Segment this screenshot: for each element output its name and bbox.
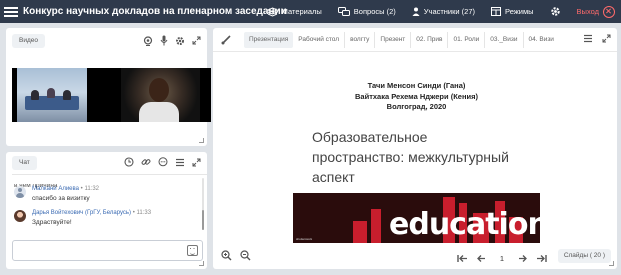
- user-icon: [412, 7, 420, 16]
- tab-presentation[interactable]: Презентация: [244, 31, 294, 48]
- video-feed-speaker: [121, 68, 200, 122]
- event-title: Конкурс научных докладов на пленарном за…: [23, 6, 287, 17]
- current-slide-number[interactable]: 1: [494, 254, 510, 263]
- top-nav: Материалы Вопросы (2) Участники (27) Реж…: [259, 0, 617, 23]
- microphone-icon[interactable]: [160, 35, 168, 46]
- gear-icon[interactable]: [175, 36, 185, 46]
- tab-desktop[interactable]: Рабочий стол: [293, 31, 346, 48]
- toolbar-right: [583, 34, 611, 43]
- top-bar: Конкурс научных докладов на пленарном за…: [0, 0, 621, 23]
- last-slide-icon[interactable]: [536, 254, 547, 263]
- video-panel: Видео: [6, 28, 211, 146]
- tab-01-roli[interactable]: 01. Роли: [448, 31, 486, 48]
- resize-handle[interactable]: [199, 138, 204, 143]
- message-author[interactable]: Малкани Алиева: [32, 186, 79, 192]
- zoom-controls: [221, 250, 251, 261]
- video-panel-label: Видео: [12, 34, 45, 48]
- chat-scrollbar[interactable]: [202, 178, 204, 230]
- questions-label: Вопросы (2): [353, 7, 396, 16]
- resize-handle[interactable]: [199, 261, 204, 266]
- next-slide-icon[interactable]: [518, 254, 528, 263]
- tab-04-vizi[interactable]: 04. Визи: [524, 32, 559, 48]
- chat-message: Малкани Алиева • 11:32 спасибо за визитк…: [14, 186, 99, 202]
- presentation-toolbar: Презентация Рабочий стол волгту Презент …: [213, 28, 617, 52]
- presentation-panel: Презентация Рабочий стол волгту Презент …: [213, 28, 617, 269]
- chat-controls: [124, 157, 201, 167]
- slide-banner-word: education: [389, 207, 540, 242]
- resize-handle[interactable]: [609, 261, 614, 266]
- prev-slide-icon[interactable]: [476, 254, 486, 263]
- questions-icon: [337, 6, 350, 16]
- material-tabs: Презентация Рабочий стол волгту Презент …: [244, 30, 559, 50]
- zoom-out-icon[interactable]: [240, 250, 251, 261]
- slide-image-credit: shutterstock: [296, 237, 313, 241]
- link-icon[interactable]: [141, 157, 151, 167]
- modes-label: Режимы: [505, 7, 534, 16]
- brush-icon[interactable]: [221, 34, 232, 45]
- slide-author-2: Вайтхака Рехема Нджери (Кения): [355, 91, 478, 101]
- avatar: [14, 186, 26, 198]
- materials-button[interactable]: Материалы: [259, 6, 330, 17]
- chat-input[interactable]: [12, 240, 203, 261]
- tab-present[interactable]: Презент: [375, 31, 412, 48]
- modes-button[interactable]: Режимы: [483, 7, 542, 16]
- slide-pager: 1: [457, 254, 547, 263]
- expand-icon[interactable]: [602, 34, 611, 43]
- slide-authors: Тачи Менсон Синди (Гана) Вайтхака Рехема…: [293, 81, 540, 113]
- stack-icon: [266, 6, 278, 17]
- clock-icon[interactable]: [124, 157, 134, 167]
- chat-messages: в чем причина Малкани Алиева • 11:32 спа…: [10, 174, 205, 236]
- emoji-icon[interactable]: [187, 245, 198, 256]
- expand-icon[interactable]: [192, 158, 201, 167]
- avatar: [14, 210, 26, 222]
- layout-icon: [491, 7, 502, 16]
- exit-button[interactable]: Выход: [569, 5, 617, 18]
- slide-author-1: Тачи Менсон Синди (Гана): [367, 81, 466, 90]
- gear-icon: [550, 7, 560, 16]
- close-circle-icon: [603, 5, 615, 18]
- message-text: спасибо за визитку: [32, 195, 90, 202]
- slides-button[interactable]: Слайды ( 20 ): [557, 249, 611, 263]
- video-stream: [12, 68, 211, 122]
- tab-02-priv[interactable]: 02. Прив: [411, 31, 449, 48]
- list-icon[interactable]: [175, 158, 185, 167]
- speech-bubble-icon[interactable]: [158, 157, 168, 167]
- slide-title: Образовательное пространство: межкультур…: [312, 129, 509, 185]
- presentation-slide: Тачи Менсон Синди (Гана) Вайтхака Рехема…: [293, 55, 540, 243]
- tab-03-vizi[interactable]: 03._Визи: [485, 31, 524, 48]
- zoom-in-icon[interactable]: [221, 250, 232, 261]
- video-controls: [143, 35, 201, 46]
- message-author[interactable]: Дарья Войтехович (ГрГУ, Беларусь): [32, 210, 131, 216]
- message-text: Здраствуйте!: [32, 219, 72, 226]
- video-feed-room: [17, 68, 87, 122]
- list-icon[interactable]: [583, 34, 593, 43]
- materials-label: Материалы: [281, 7, 322, 16]
- message-time: 11:33: [136, 210, 152, 216]
- first-slide-icon[interactable]: [457, 254, 468, 263]
- tab-volgtu[interactable]: волгту: [345, 31, 376, 48]
- webcam-icon[interactable]: [143, 35, 153, 46]
- message-time: 11:32: [84, 186, 100, 192]
- chat-message: Дарья Войтехович (ГрГУ, Беларусь) • 11:3…: [14, 210, 151, 226]
- exit-label: Выход: [576, 7, 599, 16]
- expand-icon[interactable]: [192, 36, 201, 45]
- slide-place-year: Волгоград, 2020: [386, 102, 447, 111]
- participants-button[interactable]: Участники (27): [404, 7, 483, 16]
- menu-icon[interactable]: [4, 6, 18, 17]
- participants-label: Участники (27): [423, 7, 476, 16]
- chat-panel-label: Чат: [12, 156, 37, 170]
- settings-button[interactable]: [542, 6, 569, 17]
- questions-button[interactable]: Вопросы (2): [330, 6, 404, 17]
- chat-panel: Чат в чем причина Малкани Алиева • 11:32…: [6, 152, 207, 269]
